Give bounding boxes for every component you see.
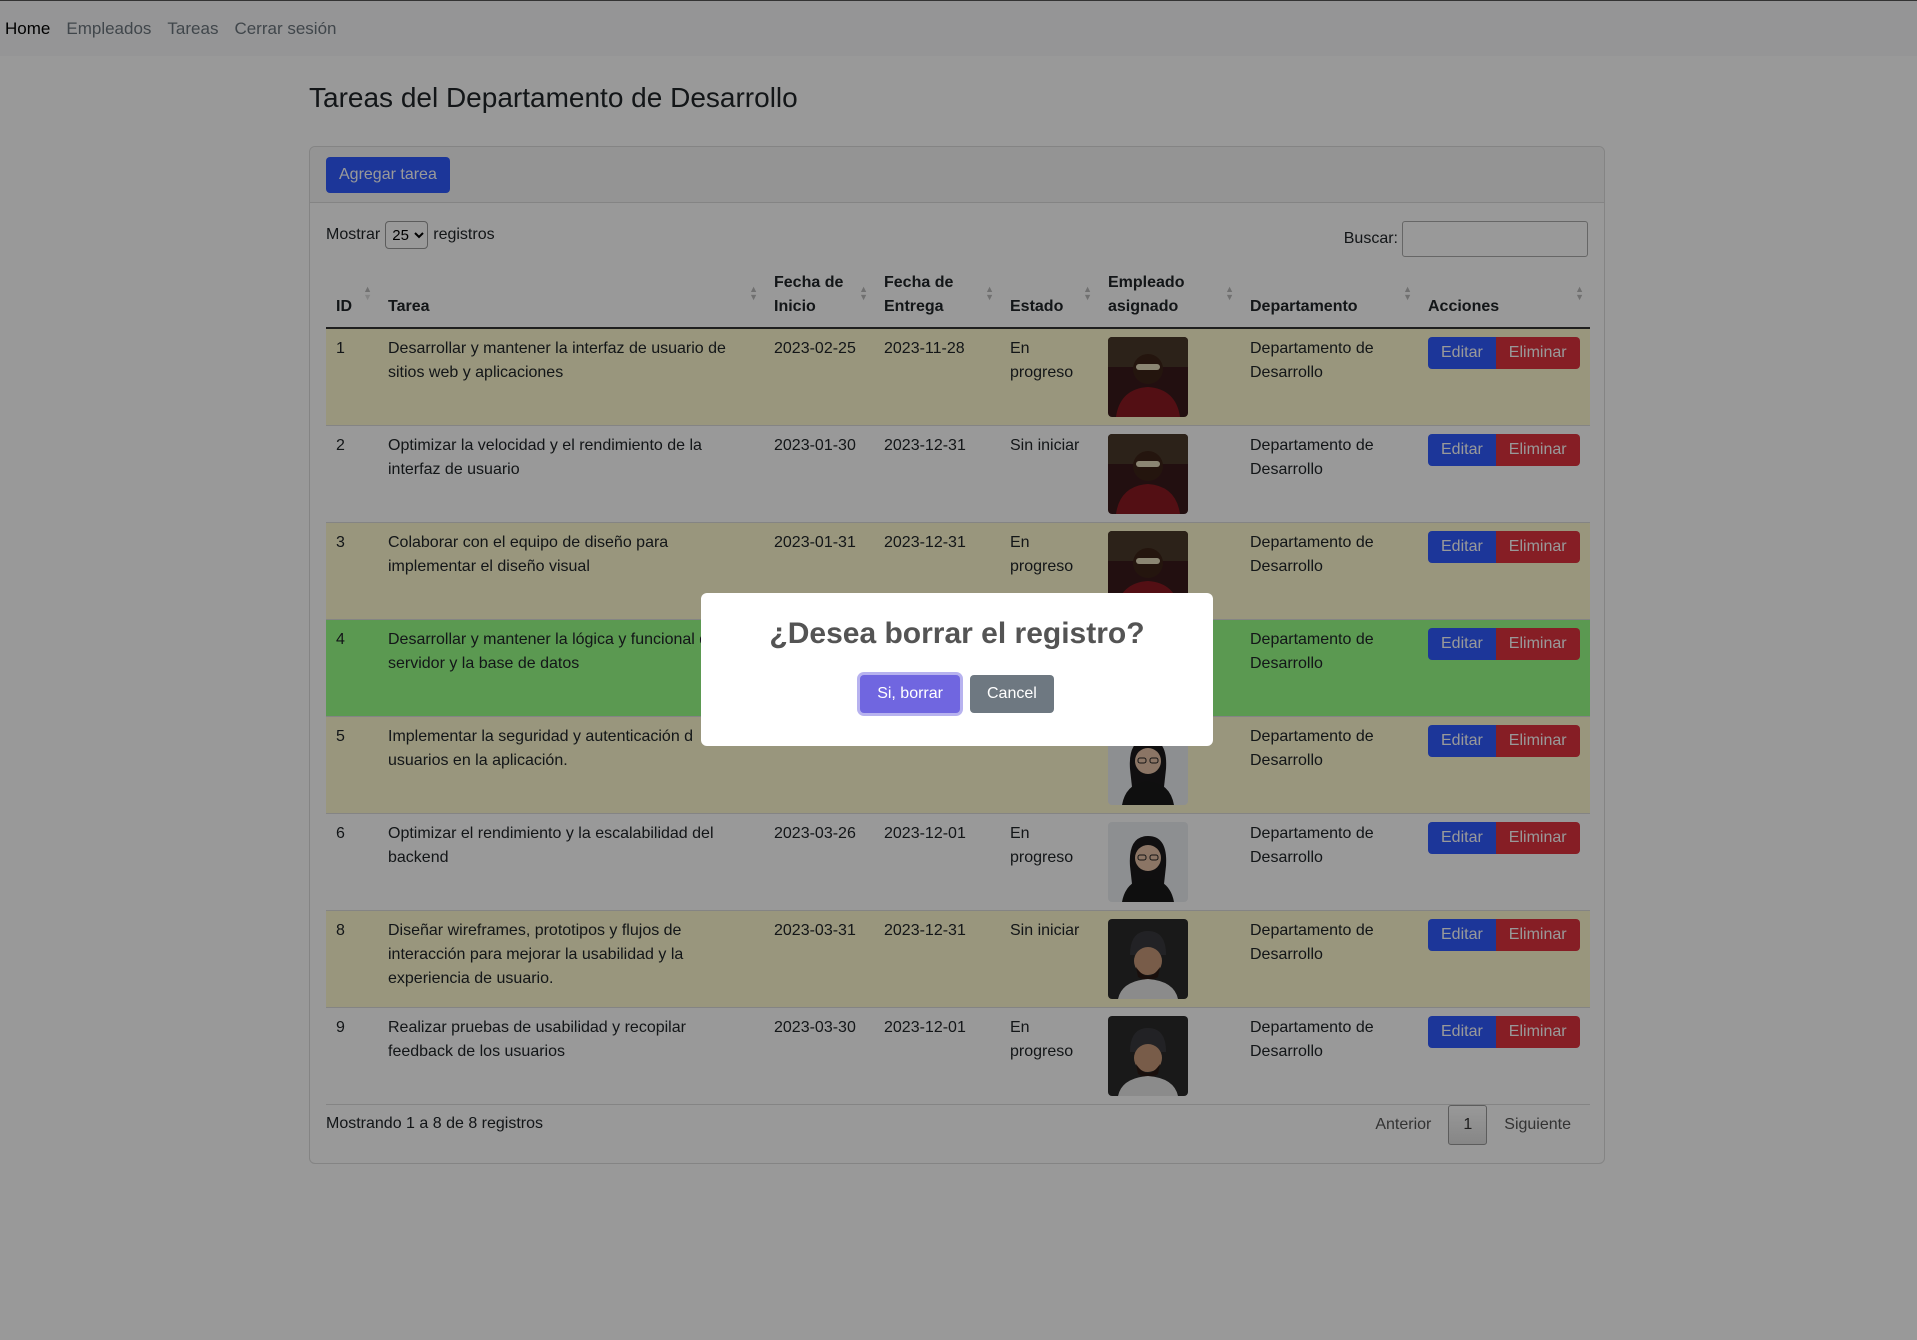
cancel-button[interactable]: Cancel [969, 675, 1054, 713]
confirm-delete-button[interactable]: Si, borrar [860, 675, 960, 713]
dialog-title: ¿Desea borrar el registro? [769, 617, 1145, 650]
dialog-actions: Si, borrar Cancel [701, 675, 1213, 713]
delete-confirm-dialog: ¿Desea borrar el registro? Si, borrar Ca… [701, 593, 1213, 746]
